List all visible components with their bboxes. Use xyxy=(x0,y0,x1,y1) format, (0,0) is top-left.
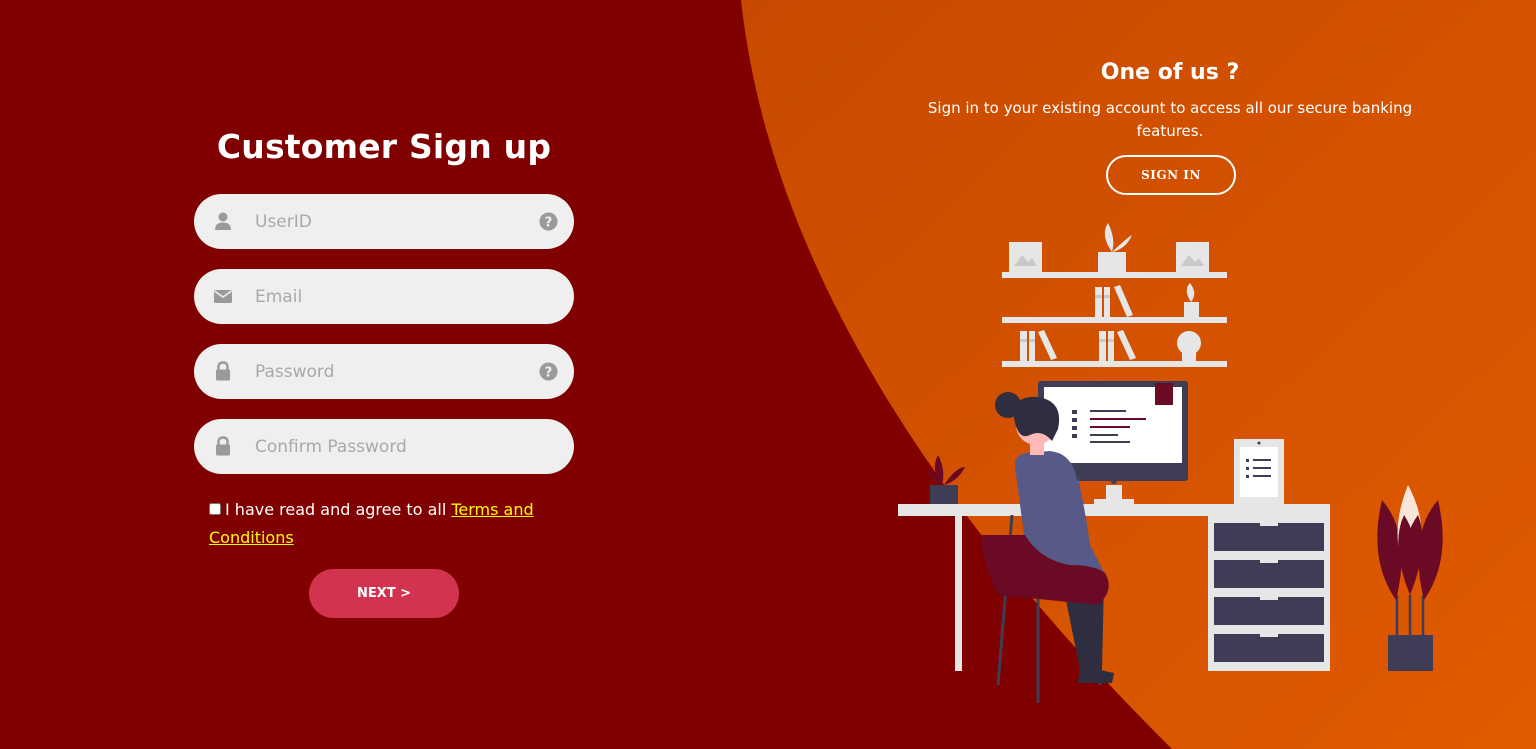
confirm-password-field[interactable] xyxy=(194,419,574,474)
password-input[interactable] xyxy=(255,344,525,399)
lock-icon xyxy=(216,436,230,456)
panel-title: One of us ? xyxy=(1100,60,1240,85)
page-title: Customer Sign up xyxy=(216,127,552,166)
terms-text: I have read and agree to all xyxy=(225,500,452,519)
next-button[interactable]: NEXT > xyxy=(309,569,459,618)
signup-form: Customer Sign up ? ? xyxy=(0,0,768,749)
terms-checkbox[interactable] xyxy=(209,502,221,515)
floor-plant xyxy=(1377,485,1443,671)
password-field[interactable]: ? xyxy=(194,344,574,399)
confirm-password-input[interactable] xyxy=(255,419,525,474)
bookshelf xyxy=(1002,223,1227,367)
question-circle-icon[interactable]: ? xyxy=(539,362,558,381)
userid-input[interactable] xyxy=(255,194,525,249)
lock-icon xyxy=(216,361,230,381)
woman-working-at-desk-illustration xyxy=(898,223,1443,703)
question-circle-icon[interactable]: ? xyxy=(539,212,558,231)
userid-field[interactable]: ? xyxy=(194,194,574,249)
email-field[interactable] xyxy=(194,269,574,324)
sign-in-button[interactable]: SIGN IN xyxy=(1106,155,1236,195)
tablet xyxy=(1234,439,1284,505)
email-input[interactable] xyxy=(255,269,525,324)
svg-text:?: ? xyxy=(545,365,553,380)
desk-plant xyxy=(926,455,965,504)
panel-description: Sign in to your existing account to acce… xyxy=(927,99,1413,140)
user-icon xyxy=(215,212,231,230)
envelope-icon xyxy=(214,290,232,303)
desk xyxy=(898,504,1330,671)
svg-text:?: ? xyxy=(545,215,553,230)
terms-agreement: I have read and agree to all Terms and C… xyxy=(209,496,569,552)
